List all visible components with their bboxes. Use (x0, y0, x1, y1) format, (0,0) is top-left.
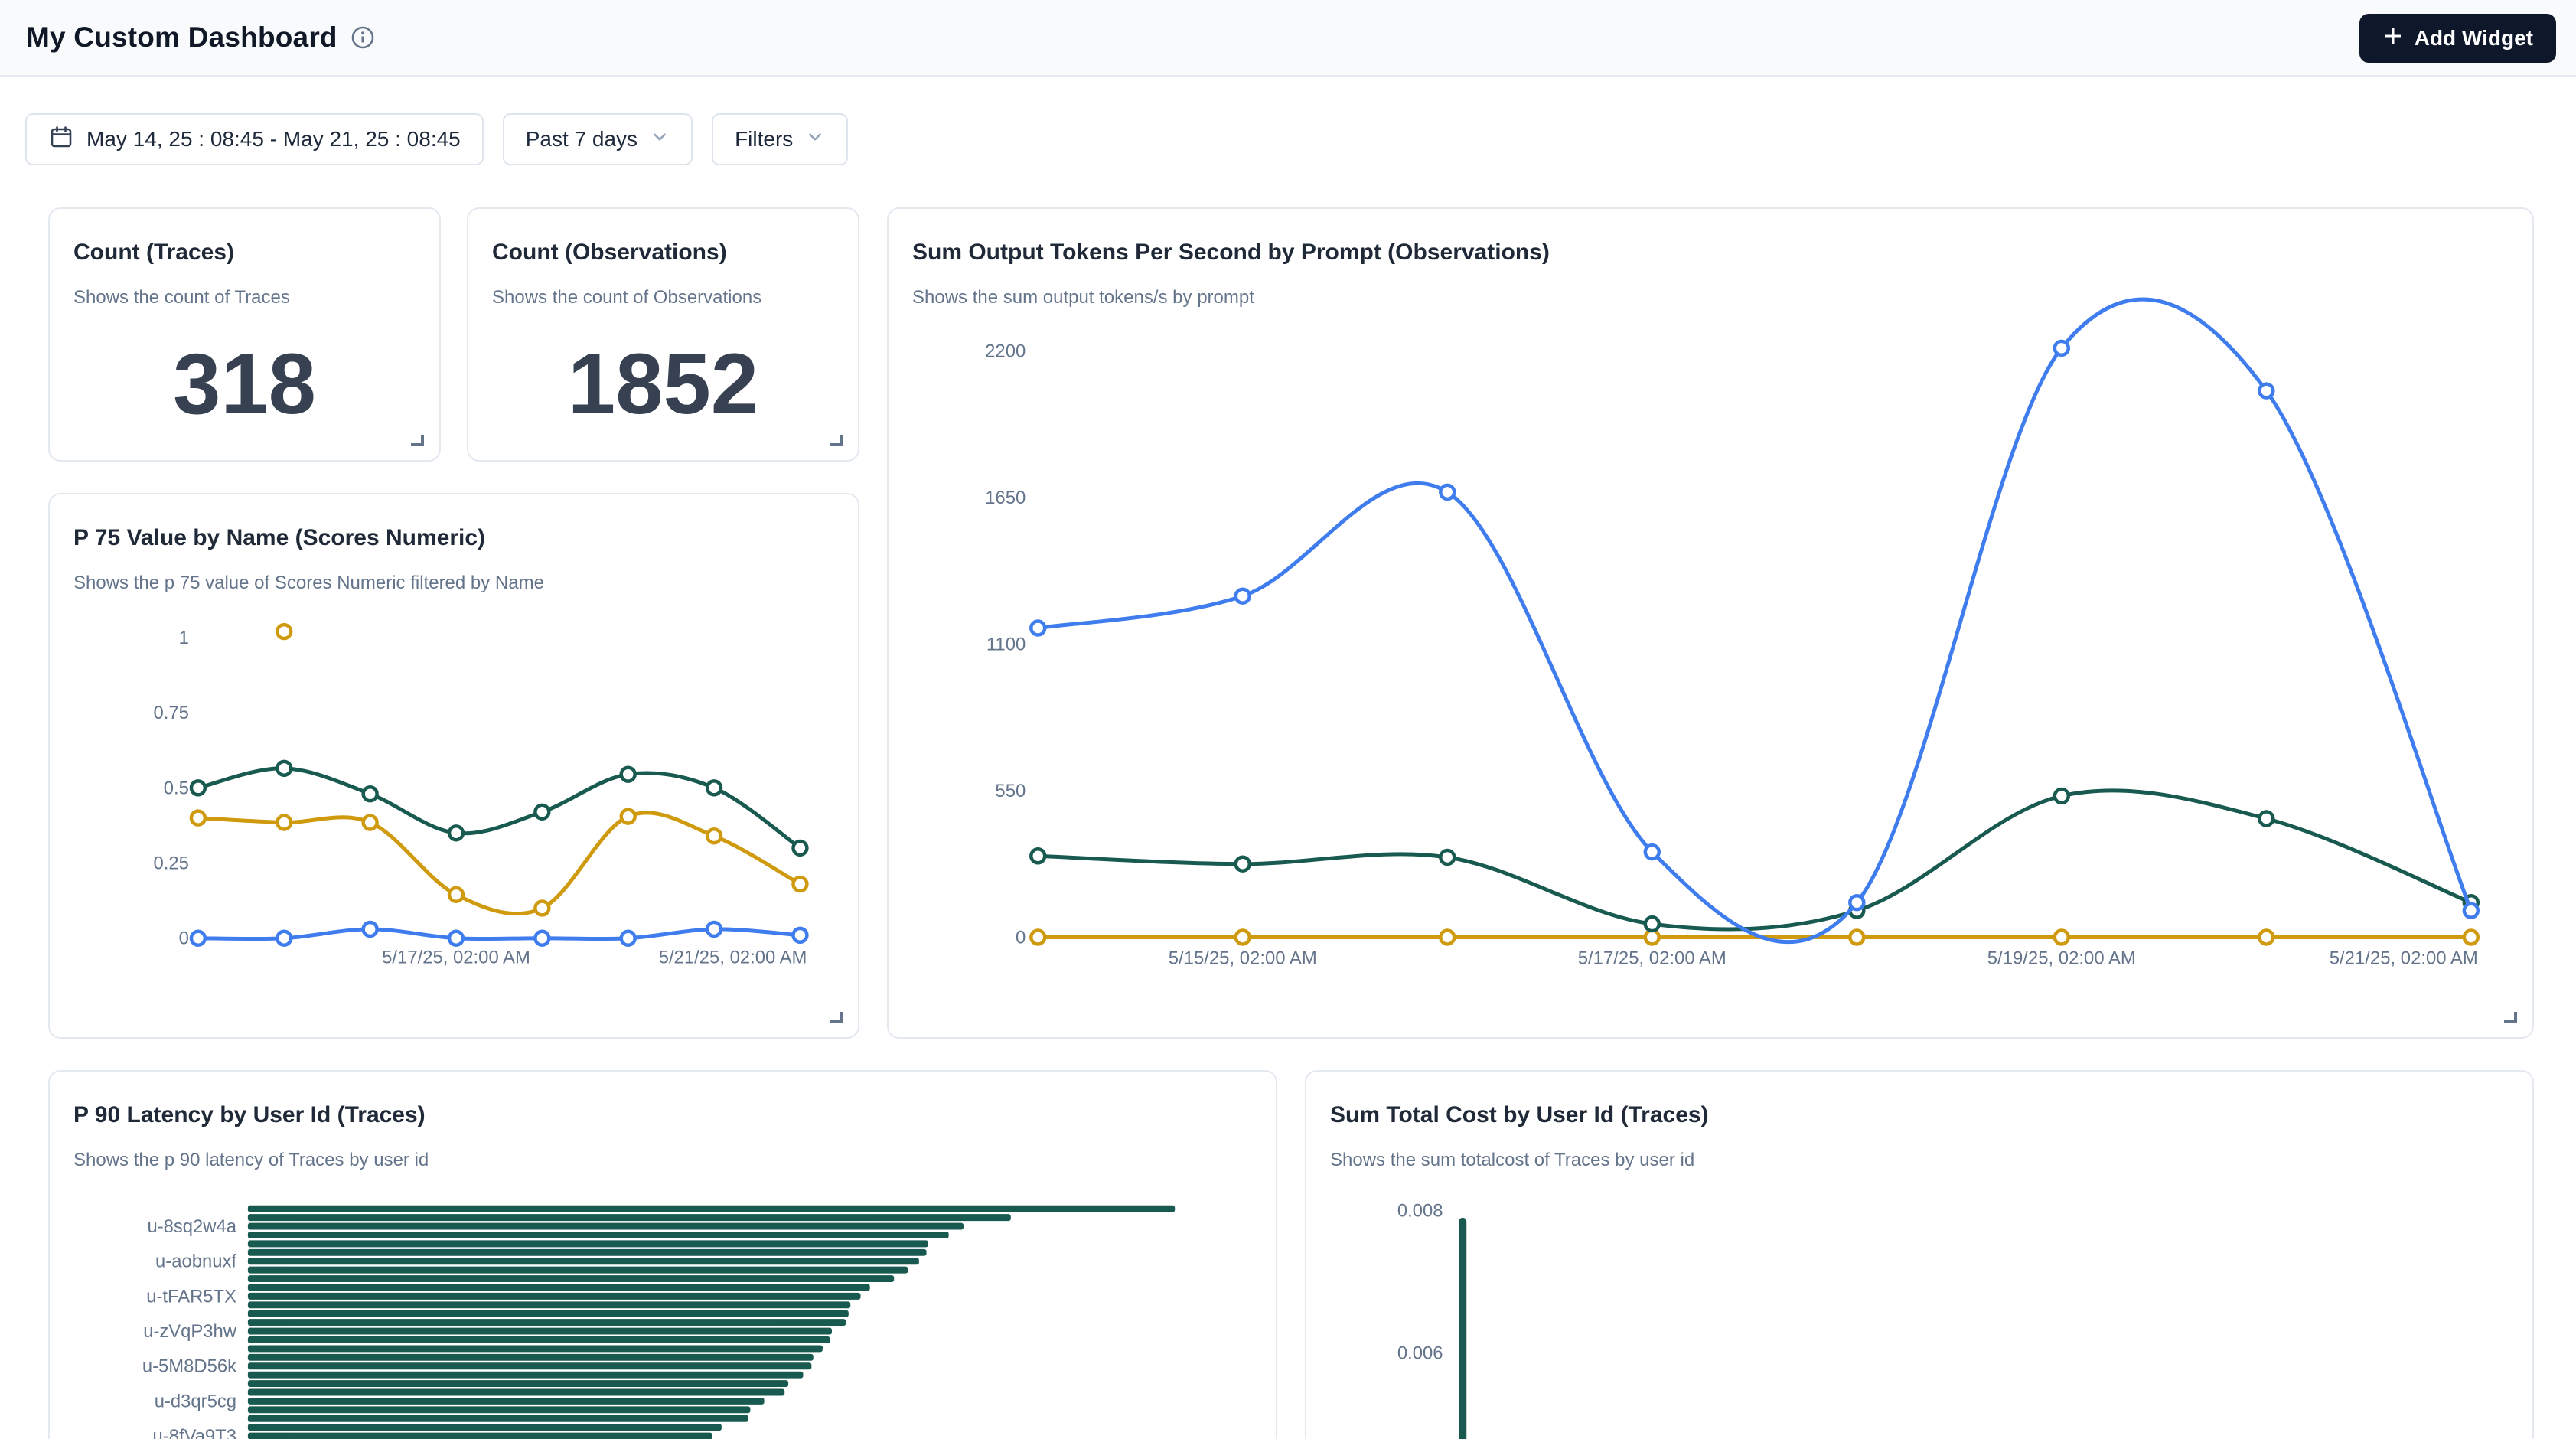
svg-text:u-zVqP3hw: u-zVqP3hw (143, 1321, 237, 1342)
svg-text:0.008: 0.008 (1397, 1201, 1443, 1222)
svg-text:u-5M8D56k: u-5M8D56k (142, 1356, 236, 1377)
svg-text:u-aobnuxf: u-aobnuxf (155, 1251, 236, 1272)
svg-text:550: 550 (995, 781, 1026, 801)
count-value: 318 (50, 333, 439, 436)
time-preset-dropdown[interactable]: Past 7 days (503, 113, 693, 165)
time-preset-label: Past 7 days (526, 127, 637, 152)
count-value: 1852 (468, 333, 858, 436)
svg-text:0.25: 0.25 (154, 853, 189, 873)
resize-corner-icon[interactable] (2504, 1012, 2517, 1023)
line-chart-p75-by-name[interactable]: 0 0.25 0.5 0.75 1 5/17/25, 02:00 AM 5/21/25, 0… (50, 494, 858, 1037)
dashboard-page: { "header": { "title": "My Custom Dashbo… (0, 0, 2576, 1439)
svg-text:u-tFAR5TX: u-tFAR5TX (146, 1286, 236, 1307)
svg-text:1100: 1100 (986, 634, 1026, 654)
add-widget-button[interactable]: Add Widget (2359, 14, 2556, 63)
svg-text:0.006: 0.006 (1397, 1343, 1443, 1363)
svg-text:5/17/25, 02:00 AM: 5/17/25, 02:00 AM (382, 948, 530, 968)
svg-text:0.75: 0.75 (154, 703, 189, 723)
svg-text:5/21/25, 02:00 AM: 5/21/25, 02:00 AM (659, 948, 807, 968)
toolbar: May 14, 25 : 08:45 - May 21, 25 : 08:45 … (25, 113, 848, 165)
chevron-down-icon (650, 127, 670, 152)
svg-text:u-8fVa9T3: u-8fVa9T3 (153, 1426, 236, 1439)
card-tokens-per-second: Sum Output Tokens Per Second by Prompt (… (887, 207, 2534, 1039)
page-title: My Custom Dashboard (26, 21, 337, 54)
plus-icon (2382, 25, 2404, 52)
date-range-label: May 14, 25 : 08:45 - May 21, 25 : 08:45 (86, 127, 461, 152)
svg-text:5/17/25, 02:00 AM: 5/17/25, 02:00 AM (1578, 948, 1727, 968)
svg-text:1: 1 (179, 628, 189, 648)
date-range-picker[interactable]: May 14, 25 : 08:45 - May 21, 25 : 08:45 (25, 113, 484, 165)
card-total-cost: Sum Total Cost by User Id (Traces) Shows… (1305, 1070, 2534, 1439)
chevron-down-icon (805, 127, 825, 152)
svg-text:u-d3qr5cg: u-d3qr5cg (155, 1391, 236, 1411)
svg-text:0: 0 (1016, 927, 1026, 948)
add-widget-label: Add Widget (2415, 26, 2533, 51)
card-title: Count (Observations) (492, 240, 834, 266)
svg-text:0.5: 0.5 (164, 778, 189, 798)
info-circle-icon[interactable] (350, 24, 376, 51)
svg-text:0: 0 (179, 928, 189, 949)
filters-label: Filters (735, 127, 793, 152)
svg-text:u-8sq2w4a: u-8sq2w4a (147, 1216, 236, 1237)
line-chart-tokens-by-prompt[interactable]: 0 550 1100 1650 2200 5/15/25, 02:00 AM 5/17/25… (889, 209, 2532, 1037)
svg-text:2200: 2200 (985, 341, 1026, 361)
card-title: Count (Traces) (73, 240, 416, 266)
svg-text:5/19/25, 02:00 AM: 5/19/25, 02:00 AM (1987, 948, 2136, 968)
filters-dropdown[interactable]: Filters (712, 113, 848, 165)
calendar-icon (48, 124, 74, 155)
resize-corner-icon[interactable] (830, 435, 843, 446)
card-p90-latency: P 90 Latency by User Id (Traces) Shows t… (48, 1070, 1277, 1439)
card-subtitle: Shows the count of Observations (492, 287, 834, 308)
svg-text:5/15/25, 02:00 AM: 5/15/25, 02:00 AM (1169, 948, 1317, 968)
card-p75-scores: P 75 Value by Name (Scores Numeric) Show… (48, 493, 859, 1039)
svg-text:5/21/25, 02:00 AM: 5/21/25, 02:00 AM (2330, 948, 2478, 968)
svg-text:1650: 1650 (985, 488, 1026, 508)
page-header: My Custom Dashboard Add Widget (0, 0, 2576, 77)
card-count-observations: Count (Observations) Shows the count of … (467, 207, 859, 462)
bar-chart-total-cost[interactable]: 0.006 0.008 (1306, 1072, 2532, 1439)
card-subtitle: Shows the count of Traces (73, 287, 416, 308)
card-count-traces: Count (Traces) Shows the count of Traces… (48, 207, 441, 462)
resize-corner-icon[interactable] (830, 1012, 843, 1023)
resize-corner-icon[interactable] (411, 435, 424, 446)
bar-chart-p90-latency[interactable]: u-8sq2w4a u-aobnuxf u-tFAR5TX u-zVqP3hw u-5M… (50, 1072, 1276, 1439)
